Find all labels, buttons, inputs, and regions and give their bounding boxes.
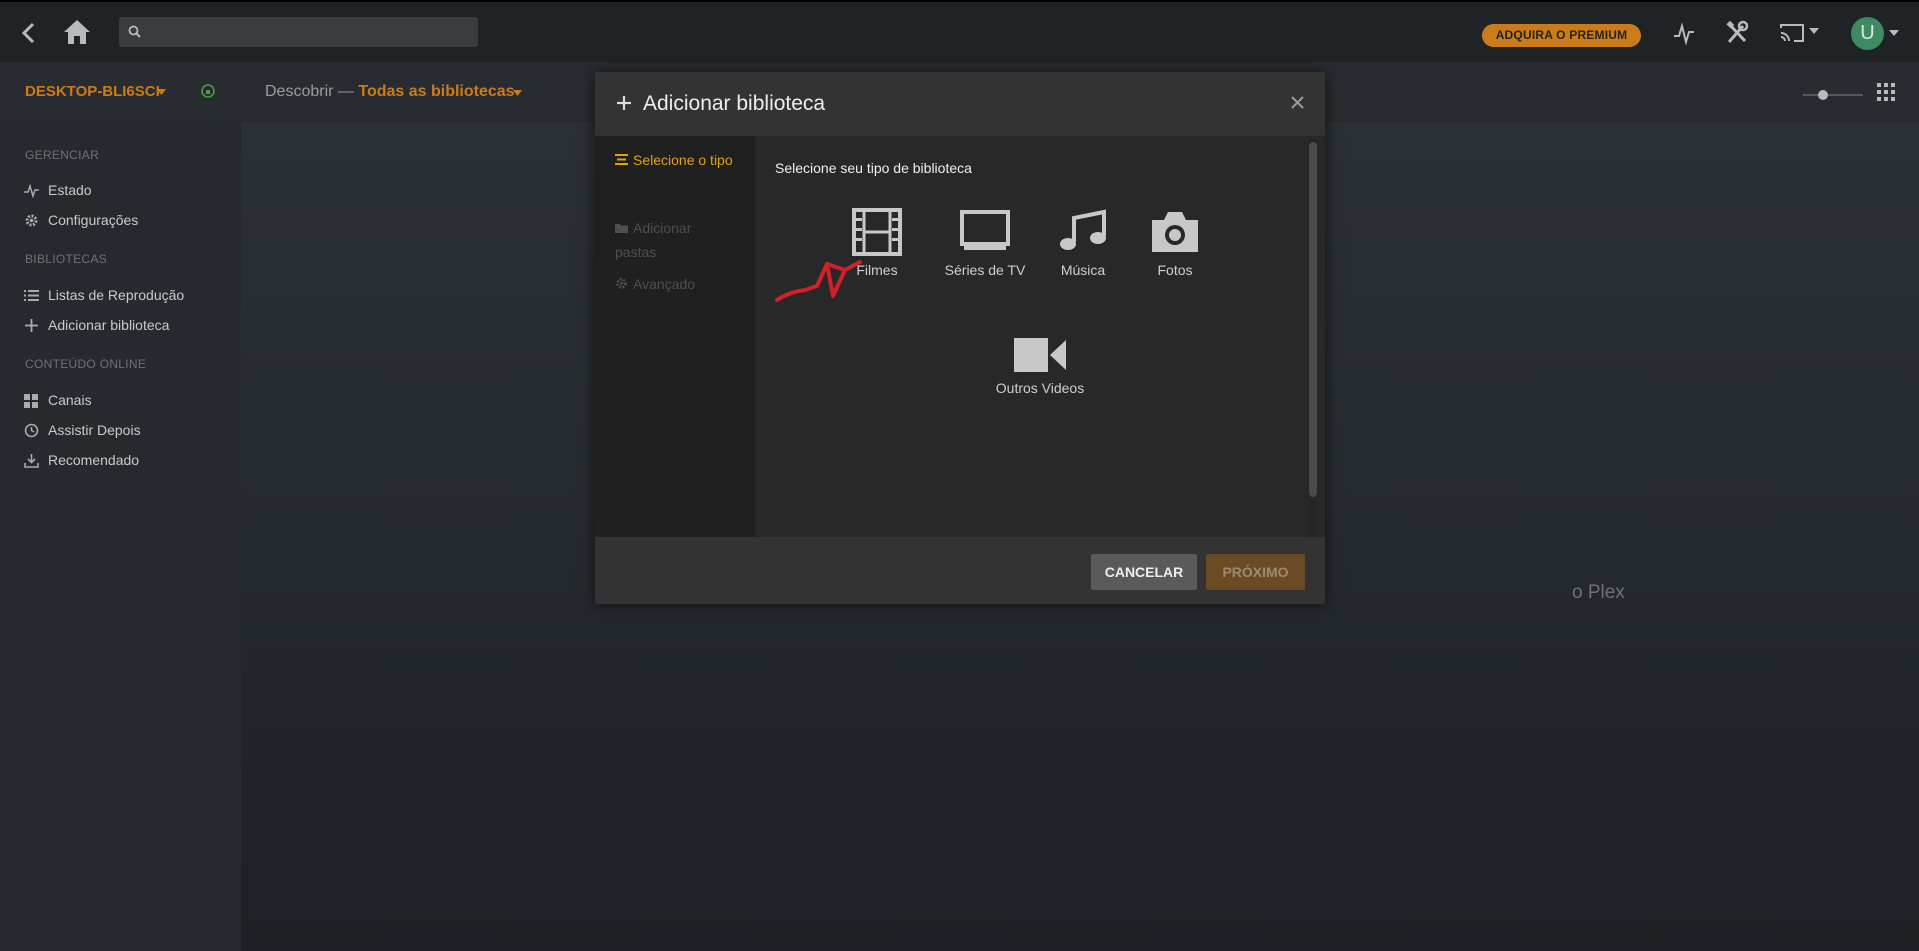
settings-tools-icon[interactable] [1725, 20, 1749, 46]
dialog-scrollbar[interactable] [1308, 140, 1318, 537]
cast-icon[interactable] [1779, 20, 1805, 46]
plus-icon [617, 96, 631, 110]
video-camera-icon [1014, 338, 1066, 372]
sidebar-item-label: Configurações [48, 212, 139, 228]
sidebar: GERENCIAR Estado Configurações BIBLIOTEC… [0, 122, 241, 951]
server-selector[interactable]: DESKTOP-BLI6SCI [25, 83, 160, 100]
zoom-slider[interactable] [1803, 90, 1863, 100]
sidebar-item-add-library[interactable]: Adicionar biblioteca [24, 315, 169, 335]
chevron-down-icon[interactable] [1888, 29, 1900, 37]
red-arrow-annotation [775, 260, 862, 302]
breadcrumb-separator: — [337, 83, 354, 100]
dialog-header: Adicionar biblioteca [595, 72, 1325, 136]
sidebar-item-recommended[interactable]: Recomendado [24, 450, 139, 470]
sidebar-item-settings[interactable]: Configurações [24, 210, 138, 230]
search-input[interactable] [149, 17, 469, 47]
search-bar[interactable] [119, 17, 478, 47]
library-type-label: Fotos [1157, 262, 1193, 278]
sidebar-heading-online-content: CONTEÚDO ONLINE [25, 357, 147, 371]
grid-icon [24, 393, 38, 408]
step-advanced: Avançado [615, 272, 735, 296]
sidebar-item-label: Adicionar biblioteca [48, 317, 170, 333]
library-type-prompt: Selecione seu tipo de biblioteca [775, 160, 972, 176]
download-icon [24, 453, 39, 468]
dialog-footer: CANCELAR PRÓXIMO [595, 537, 1325, 604]
secure-connection-icon [201, 84, 215, 98]
grid-view-icon[interactable] [1877, 83, 1895, 101]
library-type-label: Música [1060, 262, 1106, 278]
step-add-folders: Adicionar pastas [615, 216, 735, 264]
sidebar-item-label: Recomendado [48, 452, 140, 468]
activity-icon [24, 183, 39, 198]
breadcrumb: Descobrir — Todas as bibliotecas [265, 83, 515, 101]
background-message: o Plex [1572, 582, 1625, 603]
camera-icon [1152, 212, 1198, 252]
scrollbar-thumb[interactable] [1309, 142, 1317, 497]
sidebar-item-label: Estado [48, 182, 92, 198]
list-icon [24, 289, 39, 301]
tv-icon [960, 210, 1010, 250]
home-icon[interactable] [62, 18, 92, 46]
library-type-other-videos[interactable]: Outros Videos [972, 336, 1108, 396]
sidebar-heading-manage: GERENCIAR [25, 148, 100, 162]
chevron-down-icon[interactable] [1808, 27, 1820, 35]
search-icon [128, 25, 141, 38]
sidebar-item-label: Assistir Depois [48, 422, 141, 438]
step-select-type[interactable]: Selecione o tipo [615, 148, 735, 172]
next-button[interactable]: PRÓXIMO [1206, 554, 1305, 590]
close-icon[interactable] [1291, 96, 1304, 109]
sidebar-item-channels[interactable]: Canais [24, 390, 92, 410]
sidebar-item-label: Canais [48, 392, 92, 408]
sidebar-item-status[interactable]: Estado [24, 180, 92, 200]
sidebar-item-watch-later[interactable]: Assistir Depois [24, 420, 141, 440]
list-icon [615, 154, 628, 165]
step-label: Selecione o tipo [633, 152, 733, 168]
library-type-label: Outros Videos [995, 380, 1085, 396]
chevron-down-icon[interactable] [157, 89, 166, 95]
top-bar: ADQUIRA O PREMIUM U [0, 0, 1919, 62]
back-arrow-icon[interactable] [18, 20, 40, 46]
plus-icon [25, 318, 38, 332]
dialog-steps: Selecione o tipo Adicionar pastas Avança… [595, 136, 755, 537]
breadcrumb-library[interactable]: Todas as bibliotecas [358, 83, 514, 100]
library-type-tv-shows[interactable]: Séries de TV [940, 208, 1030, 278]
avatar[interactable]: U [1851, 17, 1884, 50]
library-type-photos[interactable]: Fotos [1140, 208, 1210, 278]
gear-icon [25, 214, 38, 226]
dialog-title: Adicionar biblioteca [643, 92, 826, 115]
chevron-down-icon[interactable] [513, 90, 522, 96]
activity-icon[interactable] [1673, 20, 1695, 46]
folder-icon [615, 224, 628, 233]
music-icon [1060, 209, 1106, 250]
sidebar-item-playlists[interactable]: Listas de Reprodução [24, 285, 184, 305]
add-library-dialog: Adicionar biblioteca Selecione o tipo Ad… [595, 72, 1325, 604]
dialog-body: Selecione seu tipo de biblioteca Filmes … [755, 136, 1325, 537]
library-type-music[interactable]: Música [1048, 208, 1118, 278]
premium-button[interactable]: ADQUIRA O PREMIUM [1482, 24, 1641, 47]
breadcrumb-section[interactable]: Descobrir [265, 83, 333, 100]
cancel-button[interactable]: CANCELAR [1091, 554, 1197, 590]
gear-icon [616, 278, 627, 289]
clock-icon [24, 423, 39, 437]
film-icon [852, 208, 902, 256]
library-type-label: Séries de TV [944, 262, 1026, 278]
sidebar-item-label: Listas de Reprodução [48, 287, 185, 303]
sidebar-heading-libraries: BIBLIOTECAS [25, 252, 107, 266]
step-label: Avançado [633, 276, 696, 292]
